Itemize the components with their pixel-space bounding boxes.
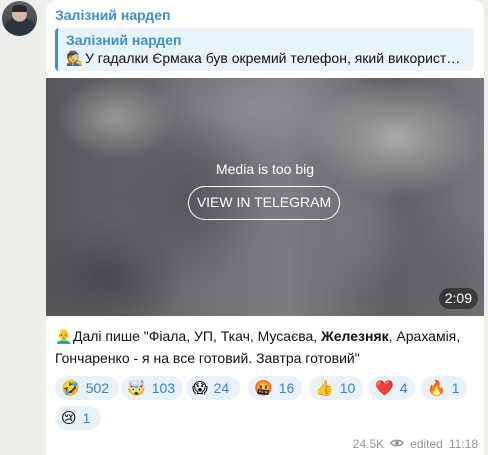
message-time: 11:18 [448, 437, 478, 451]
reaction-exploding-head[interactable]: 🤯 103 [121, 376, 183, 400]
message-text: 👨‍🦲Далі пише "Фіала, УП, Ткач, Мусаєва, … [55, 325, 475, 369]
reaction-cursing-face[interactable]: 🤬 16 [248, 376, 302, 400]
message-bubble: Залізний нардеп Залізний нардеп 🕵 У гадал… [46, 0, 484, 455]
reaction-scream[interactable]: 😱 24 [186, 376, 240, 400]
cursing-face-icon: 🤬 [254, 379, 273, 397]
reaction-count: 1 [82, 410, 91, 426]
reaction-rofl[interactable]: 🤣 502 [55, 376, 119, 400]
sender-name[interactable]: Залізний нардеп [55, 7, 170, 23]
crying-face-icon: 😢 [61, 409, 77, 427]
edited-label: edited [410, 437, 443, 451]
reaction-crying-face[interactable]: 😢 1 [55, 406, 101, 430]
reaction-count: 24 [213, 380, 230, 396]
red-heart-icon: ❤️ [375, 379, 394, 397]
bald-man-icon: 👨‍🦲 [55, 328, 73, 344]
video-preview[interactable]: Media is too big VIEW IN TELEGRAM 2:09 [46, 78, 484, 316]
reaction-count: 103 [151, 380, 176, 396]
eye-icon [390, 437, 404, 451]
reaction-count: 16 [278, 380, 295, 396]
caption-bold: Железняк [321, 328, 389, 344]
scream-icon: 😱 [192, 379, 208, 397]
reply-title: Залізний нардеп [66, 32, 182, 48]
video-duration: 2:09 [438, 288, 478, 309]
exploding-head-icon: 🤯 [127, 379, 146, 397]
reaction-count: 502 [85, 380, 110, 396]
reaction-thumbs-up[interactable]: 👍 10 [309, 376, 363, 400]
reply-preview[interactable]: Залізний нардеп 🕵 У гадалки Єрмака був ок… [55, 28, 474, 71]
reply-snippet: У гадалки Єрмака був окремий телефон, як… [85, 50, 461, 66]
detective-icon: 🕵 [66, 50, 84, 66]
rofl-icon: 🤣 [61, 379, 80, 397]
views-count: 24.5K [352, 437, 385, 451]
reaction-count: 1 [451, 380, 460, 396]
caption-text-before: Далі пише "Фіала, УП, Ткач, Мусаєва, [73, 328, 322, 344]
thumbs-up-icon: 👍 [315, 379, 334, 397]
reaction-red-heart[interactable]: ❤️ 4 [369, 376, 415, 400]
reply-text: 🕵 У гадалки Єрмака був окремий телефон, я… [66, 49, 468, 68]
avatar[interactable] [2, 1, 37, 36]
media-notice: Media is too big [215, 161, 315, 177]
reaction-count: 10 [339, 380, 356, 396]
message-meta: 24.5K edited 11:18 [353, 437, 478, 451]
reaction-count: 4 [399, 380, 408, 396]
fire-icon: 🔥 [427, 379, 446, 397]
reaction-fire[interactable]: 🔥 1 [421, 376, 467, 400]
view-in-telegram-button[interactable]: VIEW IN TELEGRAM [188, 186, 340, 220]
